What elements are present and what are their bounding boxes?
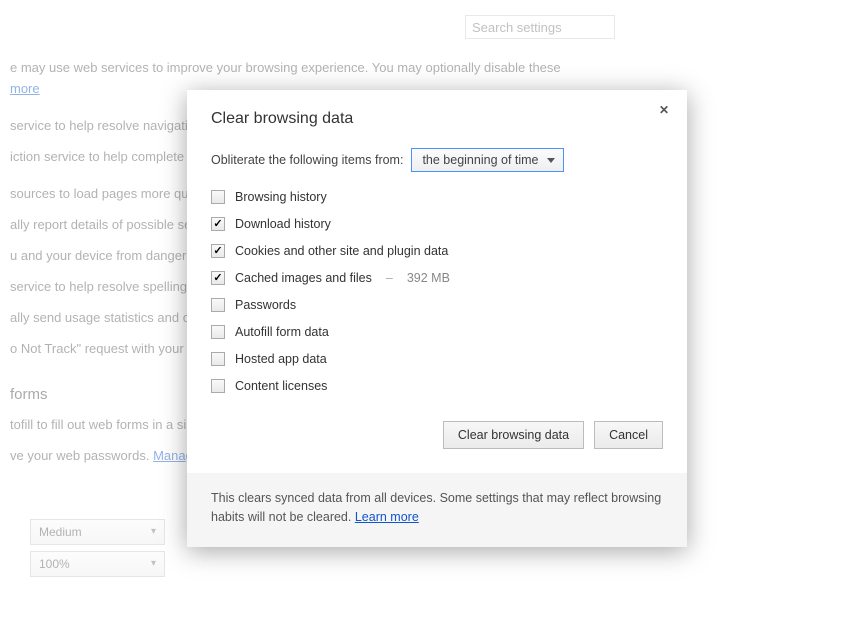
close-icon[interactable] xyxy=(657,104,671,118)
option-row: Cookies and other site and plugin data xyxy=(211,244,663,258)
option-label: Cached images and files xyxy=(235,271,372,285)
learn-more-link[interactable]: Learn more xyxy=(355,510,419,524)
option-row: Hosted app data xyxy=(211,352,663,366)
checkbox[interactable] xyxy=(211,379,225,393)
option-label: Cookies and other site and plugin data xyxy=(235,244,448,258)
options-list: Browsing history Download history Cookies … xyxy=(211,190,663,393)
bg-intro: e may use web services to improve your b… xyxy=(10,60,837,75)
dialog-title: Clear browsing data xyxy=(211,110,663,128)
checkbox[interactable] xyxy=(211,217,225,231)
checkbox[interactable] xyxy=(211,244,225,258)
option-row: Download history xyxy=(211,217,663,231)
option-label: Passwords xyxy=(235,298,296,312)
learn-more-link[interactable]: more xyxy=(10,81,40,96)
time-range-label: Obliterate the following items from: xyxy=(211,153,403,167)
checkbox[interactable] xyxy=(211,352,225,366)
option-label: Content licenses xyxy=(235,379,327,393)
search-input[interactable] xyxy=(465,15,615,39)
option-row: Content licenses xyxy=(211,379,663,393)
checkbox[interactable] xyxy=(211,190,225,204)
cancel-button[interactable]: Cancel xyxy=(594,421,663,449)
separator: – xyxy=(386,271,393,285)
clear-browsing-data-dialog: Clear browsing data Obliterate the follo… xyxy=(187,90,687,547)
zoom-select[interactable]: 100% xyxy=(30,551,165,577)
option-detail: 392 MB xyxy=(407,271,450,285)
option-row: Passwords xyxy=(211,298,663,312)
checkbox[interactable] xyxy=(211,325,225,339)
font-size-select[interactable]: Medium xyxy=(30,519,165,545)
option-row: Browsing history xyxy=(211,190,663,204)
checkbox[interactable] xyxy=(211,271,225,285)
dialog-footer: This clears synced data from all devices… xyxy=(187,473,687,547)
option-label: Autofill form data xyxy=(235,325,329,339)
option-label: Download history xyxy=(235,217,331,231)
option-row: Autofill form data xyxy=(211,325,663,339)
clear-browsing-data-button[interactable]: Clear browsing data xyxy=(443,421,584,449)
option-label: Hosted app data xyxy=(235,352,327,366)
time-range-dropdown[interactable]: the beginning of time xyxy=(411,148,563,172)
checkbox[interactable] xyxy=(211,298,225,312)
option-label: Browsing history xyxy=(235,190,327,204)
option-row: Cached images and files–392 MB xyxy=(211,271,663,285)
